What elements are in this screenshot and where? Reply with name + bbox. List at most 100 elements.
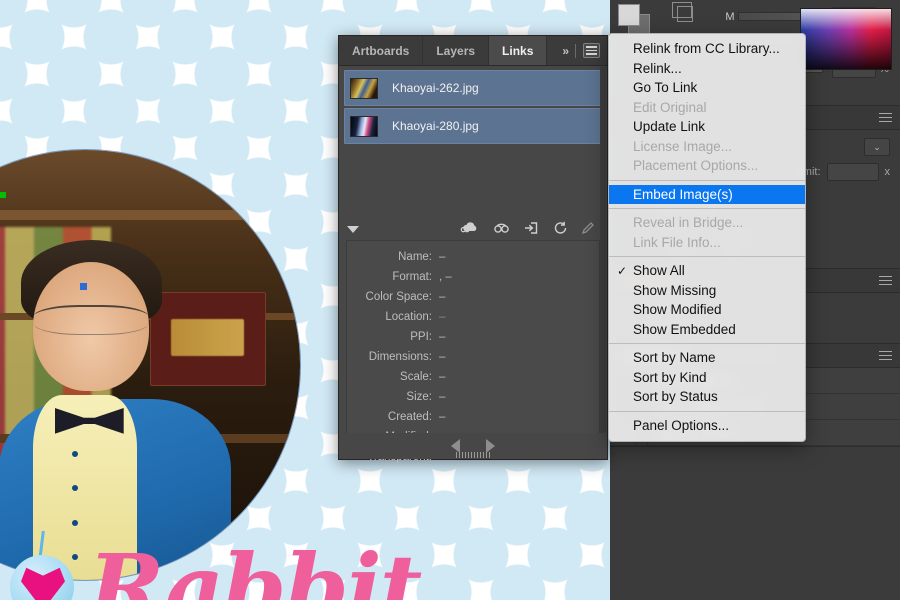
photo-circle-artwork[interactable] bbox=[0, 150, 300, 580]
links-toolbar[interactable] bbox=[339, 218, 607, 240]
info-row: Format: , – bbox=[347, 267, 599, 287]
tab-links[interactable]: Links bbox=[489, 36, 548, 65]
thai-sign bbox=[149, 291, 266, 387]
limit-unit: x bbox=[884, 166, 891, 178]
menu-item-panel-options[interactable]: Panel Options... bbox=[609, 416, 805, 436]
transform-reference-point[interactable] bbox=[668, 2, 704, 32]
go-to-link-icon[interactable] bbox=[524, 221, 540, 238]
info-value-ppi: – bbox=[439, 331, 446, 343]
menu-item-license-image: License Image... bbox=[609, 137, 805, 157]
menu-item-link-file-info: Link File Info... bbox=[609, 233, 805, 253]
limit-input[interactable] bbox=[826, 163, 879, 181]
links-tabbar-right: » bbox=[562, 36, 607, 65]
info-value-dimensions: – bbox=[439, 351, 446, 363]
info-label-name: Name: bbox=[398, 251, 432, 263]
wordmark-text: Rabbit bbox=[88, 534, 422, 600]
menu-item-show-missing[interactable]: Show Missing bbox=[609, 281, 805, 301]
links-panel-menu-button[interactable] bbox=[583, 43, 600, 58]
info-label-scale: Scale: bbox=[400, 371, 432, 383]
menu-item-edit-original: Edit Original bbox=[609, 98, 805, 118]
attributes-panel-menu-button[interactable] bbox=[870, 269, 900, 292]
links-panel[interactable]: Artboards Layers Links » Khaoyai-262.jpg… bbox=[338, 35, 608, 463]
info-row: Dimensions: – bbox=[347, 347, 599, 367]
tab-layers[interactable]: Layers bbox=[423, 36, 490, 65]
info-row: Name: – bbox=[347, 247, 599, 267]
info-row: PPI: – bbox=[347, 327, 599, 347]
info-row: Location: – bbox=[347, 307, 599, 327]
menu-item-label: Show Missing bbox=[633, 282, 717, 298]
menu-separator bbox=[609, 410, 805, 412]
tab-artboards[interactable]: Artboards bbox=[339, 36, 424, 65]
info-row: Created: – bbox=[347, 407, 599, 427]
vest-button bbox=[72, 519, 79, 526]
menu-item-sort-by-name[interactable]: Sort by Name bbox=[609, 348, 805, 368]
anchor-point-green[interactable] bbox=[0, 192, 6, 198]
update-link-icon[interactable] bbox=[553, 221, 568, 238]
links-list[interactable]: Khaoyai-262.jpg Khaoyai-280.jpg bbox=[339, 66, 607, 218]
menu-item-label: Link File Info... bbox=[633, 234, 721, 250]
menu-item-label: Relink... bbox=[633, 60, 682, 76]
check-icon: ✓ bbox=[617, 263, 628, 278]
anchor-point-blue[interactable] bbox=[80, 283, 87, 290]
eyeglasses bbox=[33, 304, 150, 335]
info-value-scale: – bbox=[439, 371, 446, 383]
stroke-panel-menu-button[interactable] bbox=[870, 106, 900, 129]
info-value-colorspace: – bbox=[439, 291, 446, 303]
info-label-ppi: PPI: bbox=[410, 331, 432, 343]
info-label-location: Location: bbox=[385, 311, 432, 323]
next-link-icon[interactable] bbox=[486, 439, 495, 453]
menu-item-label: Show Embedded bbox=[633, 321, 736, 337]
menu-item-label: License Image... bbox=[633, 138, 733, 154]
list-item[interactable]: Khaoyai-280.jpg bbox=[344, 108, 602, 144]
menu-item-embed-image-s[interactable]: Embed Image(s) bbox=[609, 184, 805, 204]
relink-icon[interactable] bbox=[493, 222, 511, 237]
link-thumbnail bbox=[350, 77, 378, 99]
menu-separator bbox=[609, 343, 805, 344]
links-scrollbar[interactable] bbox=[600, 67, 606, 457]
menu-separator bbox=[609, 179, 805, 181]
info-value-created: – bbox=[439, 411, 446, 423]
menu-item-sort-by-status[interactable]: Sort by Status bbox=[609, 387, 805, 407]
menu-item-placement-options: Placement Options... bbox=[609, 156, 805, 176]
info-label-created: Created: bbox=[387, 411, 432, 423]
link-filename: Khaoyai-280.jpg bbox=[392, 119, 479, 133]
menu-item-relink[interactable]: Relink... bbox=[609, 59, 805, 79]
edit-original-icon[interactable] bbox=[581, 221, 595, 238]
menu-item-label: Relink from CC Library... bbox=[633, 41, 780, 56]
previous-link-icon[interactable] bbox=[451, 439, 460, 453]
menu-item-reveal-in-bridge: Reveal in Bridge... bbox=[609, 213, 805, 233]
list-item[interactable]: Khaoyai-262.jpg bbox=[344, 70, 602, 106]
color-spectrum-picker[interactable] bbox=[800, 8, 892, 70]
appearance-panel-menu-button[interactable] bbox=[870, 344, 900, 367]
hamburger-icon bbox=[878, 351, 892, 360]
menu-item-show-all[interactable]: ✓ Show All bbox=[609, 261, 805, 281]
menu-item-label: Update Link bbox=[633, 119, 706, 134]
menu-item-go-to-link[interactable]: Go To Link bbox=[609, 78, 805, 98]
menu-item-update-link[interactable]: Update Link bbox=[609, 117, 805, 137]
resize-grip[interactable] bbox=[456, 452, 490, 458]
links-panel-tabbar[interactable]: Artboards Layers Links » bbox=[339, 36, 607, 66]
divider bbox=[575, 43, 576, 58]
menu-item-relink-from-cc-library[interactable]: Relink from CC Library... bbox=[609, 39, 805, 59]
chevron-down-icon[interactable]: ⌄ bbox=[864, 138, 890, 156]
hamburger-icon bbox=[878, 276, 892, 285]
links-panel-context-menu[interactable]: Relink from CC Library... Relink... Go To … bbox=[608, 33, 806, 442]
menu-item-label: Show All bbox=[633, 263, 685, 278]
overflow-chevron-icon[interactable]: » bbox=[562, 44, 569, 58]
relink-from-cc-library-icon[interactable] bbox=[460, 221, 480, 237]
hamburger-icon bbox=[878, 113, 892, 122]
links-panel-footer[interactable] bbox=[339, 433, 607, 459]
fill-swatch[interactable] bbox=[618, 4, 640, 26]
menu-item-show-modified[interactable]: Show Modified bbox=[609, 300, 805, 320]
info-row: Scale: – bbox=[347, 367, 599, 387]
disclosure-triangle-icon[interactable] bbox=[347, 225, 359, 233]
info-label-size: Size: bbox=[406, 391, 432, 403]
info-label-format: Format: bbox=[392, 271, 432, 283]
menu-item-label: Sort by Kind bbox=[633, 369, 707, 385]
menu-item-label: Panel Options... bbox=[633, 417, 730, 433]
menu-item-sort-by-kind[interactable]: Sort by Kind bbox=[609, 368, 805, 388]
menu-separator bbox=[609, 256, 805, 257]
links-info-pane: Name: – Format: , – Color Space: – Locat… bbox=[346, 240, 600, 463]
info-row: Color Space: – bbox=[347, 287, 599, 307]
menu-item-show-embedded[interactable]: Show Embedded bbox=[609, 320, 805, 340]
